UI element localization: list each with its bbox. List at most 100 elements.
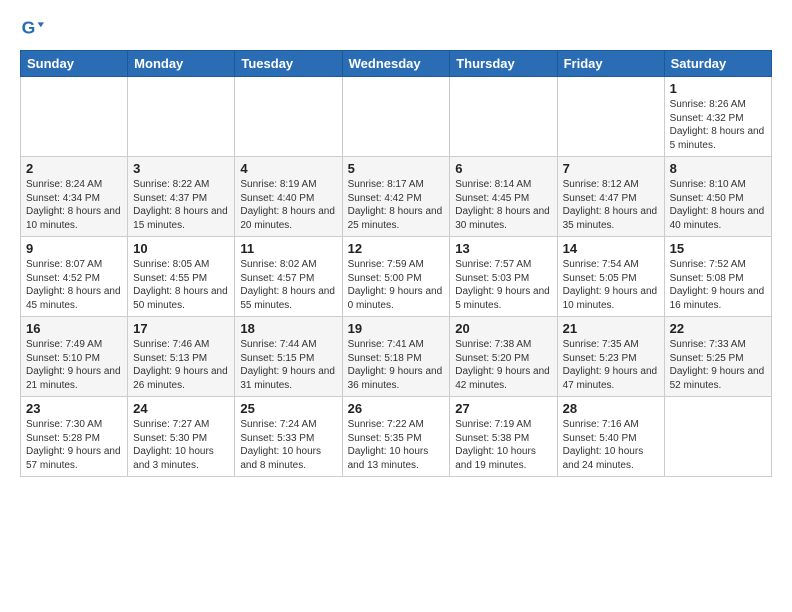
day-detail: Sunrise: 7:57 AMSunset: 5:03 PMDaylight:… (455, 258, 551, 312)
day-number: 8 (670, 161, 766, 176)
svg-text:G: G (22, 18, 36, 38)
day-detail: Sunrise: 8:10 AMSunset: 4:50 PMDaylight:… (670, 178, 766, 232)
day-detail: Sunrise: 7:33 AMSunset: 5:25 PMDaylight:… (670, 338, 766, 392)
day-cell (664, 397, 771, 477)
day-cell (557, 77, 664, 157)
day-cell: 4 Sunrise: 8:19 AMSunset: 4:40 PMDaylight… (235, 157, 342, 237)
day-cell: 27 Sunrise: 7:19 AMSunset: 5:38 PMDayligh… (450, 397, 557, 477)
day-number: 14 (563, 241, 659, 256)
day-number: 13 (455, 241, 551, 256)
day-number: 25 (240, 401, 336, 416)
logo: G (20, 16, 48, 40)
day-detail: Sunrise: 7:41 AMSunset: 5:18 PMDaylight:… (348, 338, 445, 392)
day-cell: 28 Sunrise: 7:16 AMSunset: 5:40 PMDayligh… (557, 397, 664, 477)
col-header-sunday: Sunday (21, 51, 128, 77)
day-detail: Sunrise: 8:26 AMSunset: 4:32 PMDaylight:… (670, 98, 766, 152)
col-header-thursday: Thursday (450, 51, 557, 77)
day-number: 15 (670, 241, 766, 256)
week-row-4: 16Sunrise: 7:49 AMSunset: 5:10 PMDayligh… (21, 317, 772, 397)
day-detail: Sunrise: 7:44 AMSunset: 5:15 PMDaylight:… (240, 338, 336, 392)
day-detail: Sunrise: 7:38 AMSunset: 5:20 PMDaylight:… (455, 338, 551, 392)
day-detail: Sunrise: 7:52 AMSunset: 5:08 PMDaylight:… (670, 258, 766, 312)
logo-icon: G (20, 16, 44, 40)
day-cell: 6 Sunrise: 8:14 AMSunset: 4:45 PMDaylight… (450, 157, 557, 237)
day-cell: 19 Sunrise: 7:41 AMSunset: 5:18 PMDayligh… (342, 317, 450, 397)
day-number: 7 (563, 161, 659, 176)
day-cell: 21 Sunrise: 7:35 AMSunset: 5:23 PMDayligh… (557, 317, 664, 397)
day-number: 24 (133, 401, 229, 416)
page-header: G (20, 16, 772, 40)
day-number: 27 (455, 401, 551, 416)
day-number: 26 (348, 401, 445, 416)
day-number: 22 (670, 321, 766, 336)
day-cell: 8 Sunrise: 8:10 AMSunset: 4:50 PMDaylight… (664, 157, 771, 237)
day-detail: Sunrise: 8:02 AMSunset: 4:57 PMDaylight:… (240, 258, 336, 312)
day-number: 6 (455, 161, 551, 176)
day-cell: 11 Sunrise: 8:02 AMSunset: 4:57 PMDayligh… (235, 237, 342, 317)
day-detail: Sunrise: 8:14 AMSunset: 4:45 PMDaylight:… (455, 178, 551, 232)
day-number: 17 (133, 321, 229, 336)
day-number: 28 (563, 401, 659, 416)
day-detail: Sunrise: 7:46 AMSunset: 5:13 PMDaylight:… (133, 338, 229, 392)
week-row-1: 1 Sunrise: 8:26 AMSunset: 4:32 PMDaylight… (21, 77, 772, 157)
day-cell: 18 Sunrise: 7:44 AMSunset: 5:15 PMDayligh… (235, 317, 342, 397)
col-header-friday: Friday (557, 51, 664, 77)
day-detail: Sunrise: 8:07 AMSunset: 4:52 PMDaylight:… (26, 258, 122, 312)
day-number: 11 (240, 241, 336, 256)
day-detail: Sunrise: 7:22 AMSunset: 5:35 PMDaylight:… (348, 418, 445, 472)
day-cell (21, 77, 128, 157)
day-detail: Sunrise: 7:49 AMSunset: 5:10 PMDaylight:… (26, 338, 122, 392)
day-number: 23 (26, 401, 122, 416)
day-cell: 14 Sunrise: 7:54 AMSunset: 5:05 PMDayligh… (557, 237, 664, 317)
day-cell: 12Sunrise: 7:59 AMSunset: 5:00 PMDayligh… (342, 237, 450, 317)
day-cell: 1 Sunrise: 8:26 AMSunset: 4:32 PMDaylight… (664, 77, 771, 157)
day-number: 9 (26, 241, 122, 256)
day-number: 3 (133, 161, 229, 176)
day-detail: Sunrise: 7:19 AMSunset: 5:38 PMDaylight:… (455, 418, 551, 472)
week-row-5: 23 Sunrise: 7:30 AMSunset: 5:28 PMDayligh… (21, 397, 772, 477)
day-number: 19 (348, 321, 445, 336)
day-cell: 16Sunrise: 7:49 AMSunset: 5:10 PMDayligh… (21, 317, 128, 397)
day-detail: Sunrise: 8:19 AMSunset: 4:40 PMDaylight:… (240, 178, 336, 232)
col-header-wednesday: Wednesday (342, 51, 450, 77)
col-header-tuesday: Tuesday (235, 51, 342, 77)
week-row-2: 2Sunrise: 8:24 AMSunset: 4:34 PMDaylight… (21, 157, 772, 237)
day-cell: 5 Sunrise: 8:17 AMSunset: 4:42 PMDaylight… (342, 157, 450, 237)
calendar-page: G SundayMondayTuesdayWednesdayThursdayFr… (0, 0, 792, 497)
day-detail: Sunrise: 8:22 AMSunset: 4:37 PMDaylight:… (133, 178, 229, 232)
day-detail: Sunrise: 7:27 AMSunset: 5:30 PMDaylight:… (133, 418, 229, 472)
day-cell: 2Sunrise: 8:24 AMSunset: 4:34 PMDaylight… (21, 157, 128, 237)
day-number: 10 (133, 241, 229, 256)
day-cell (342, 77, 450, 157)
day-cell: 13 Sunrise: 7:57 AMSunset: 5:03 PMDayligh… (450, 237, 557, 317)
day-number: 5 (348, 161, 445, 176)
day-detail: Sunrise: 8:24 AMSunset: 4:34 PMDaylight:… (26, 178, 122, 232)
day-cell: 17 Sunrise: 7:46 AMSunset: 5:13 PMDayligh… (128, 317, 235, 397)
day-detail: Sunrise: 7:24 AMSunset: 5:33 PMDaylight:… (240, 418, 336, 472)
day-cell: 26 Sunrise: 7:22 AMSunset: 5:35 PMDayligh… (342, 397, 450, 477)
day-detail: Sunrise: 7:35 AMSunset: 5:23 PMDaylight:… (563, 338, 659, 392)
day-detail: Sunrise: 7:30 AMSunset: 5:28 PMDaylight:… (26, 418, 122, 472)
day-cell: 3 Sunrise: 8:22 AMSunset: 4:37 PMDaylight… (128, 157, 235, 237)
day-detail: Sunrise: 8:05 AMSunset: 4:55 PMDaylight:… (133, 258, 229, 312)
calendar-table: SundayMondayTuesdayWednesdayThursdayFrid… (20, 50, 772, 477)
day-cell (450, 77, 557, 157)
calendar-header-row: SundayMondayTuesdayWednesdayThursdayFrid… (21, 51, 772, 77)
week-row-3: 9 Sunrise: 8:07 AMSunset: 4:52 PMDaylight… (21, 237, 772, 317)
day-detail: Sunrise: 8:17 AMSunset: 4:42 PMDaylight:… (348, 178, 445, 232)
day-cell: 20 Sunrise: 7:38 AMSunset: 5:20 PMDayligh… (450, 317, 557, 397)
col-header-monday: Monday (128, 51, 235, 77)
day-cell: 22 Sunrise: 7:33 AMSunset: 5:25 PMDayligh… (664, 317, 771, 397)
day-cell (128, 77, 235, 157)
day-detail: Sunrise: 7:16 AMSunset: 5:40 PMDaylight:… (563, 418, 659, 472)
day-number: 18 (240, 321, 336, 336)
day-detail: Sunrise: 7:54 AMSunset: 5:05 PMDaylight:… (563, 258, 659, 312)
day-cell (235, 77, 342, 157)
day-cell: 25 Sunrise: 7:24 AMSunset: 5:33 PMDayligh… (235, 397, 342, 477)
day-number: 20 (455, 321, 551, 336)
day-number: 21 (563, 321, 659, 336)
day-number: 1 (670, 81, 766, 96)
day-cell: 23 Sunrise: 7:30 AMSunset: 5:28 PMDayligh… (21, 397, 128, 477)
day-number: 12 (348, 241, 445, 256)
day-number: 4 (240, 161, 336, 176)
